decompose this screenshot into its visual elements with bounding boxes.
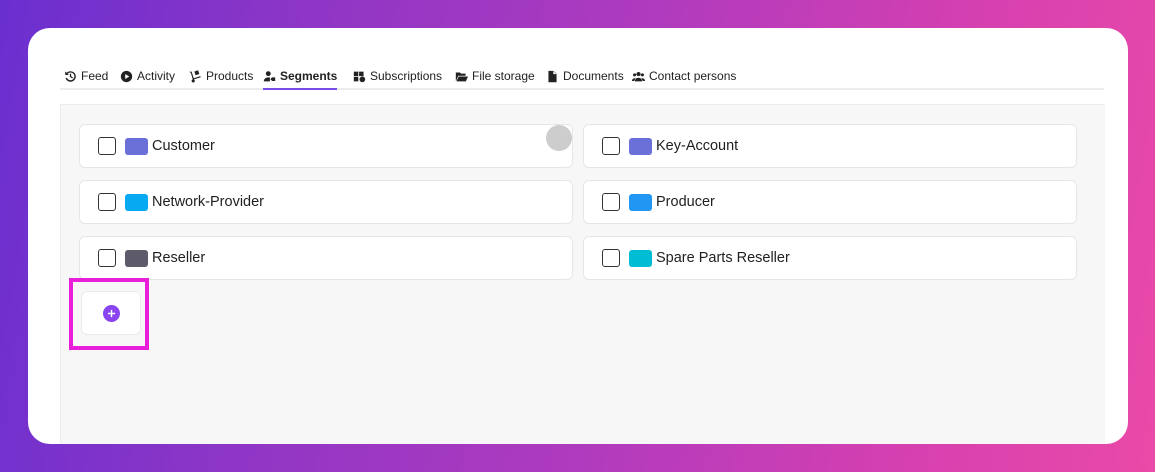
- customer-detail-card: Feed Activity Products Segments Subscrip…: [28, 28, 1128, 444]
- segment-color-swatch: [125, 137, 148, 155]
- segment-color-swatch: [629, 137, 652, 155]
- dolly-icon: [189, 69, 201, 83]
- segment-color-swatch: [629, 193, 652, 211]
- segment-checkbox[interactable]: [98, 193, 116, 211]
- tab-label: Activity: [137, 69, 176, 83]
- tab-label: Feed: [81, 69, 109, 83]
- tab-activity[interactable]: Activity: [120, 64, 175, 88]
- segment-checkbox[interactable]: [98, 137, 116, 155]
- segment-color-swatch: [125, 193, 148, 211]
- play-circle-icon: [120, 70, 133, 82]
- segment-checkbox[interactable]: [98, 249, 116, 267]
- tab-feed[interactable]: Feed: [64, 64, 108, 88]
- tab-label: Documents: [563, 69, 624, 83]
- segment-item-spare-parts-reseller[interactable]: Spare Parts Reseller: [583, 236, 1077, 280]
- segments-panel: Customer Key-Account Network-Provider Pr…: [60, 104, 1105, 444]
- users-icon: [632, 71, 645, 81]
- folder-open-icon: [455, 71, 468, 81]
- tab-label: Subscriptions: [370, 69, 443, 83]
- segment-item-network-provider[interactable]: Network-Provider: [79, 180, 573, 224]
- segment-label: Reseller: [152, 250, 206, 266]
- segment-item-reseller[interactable]: Reseller: [79, 236, 573, 280]
- segment-item-key-account[interactable]: Key-Account: [583, 124, 1077, 168]
- segment-checkbox[interactable]: [602, 193, 620, 211]
- tab-products[interactable]: Products: [189, 64, 253, 88]
- segment-label: Key-Account: [656, 138, 739, 154]
- tab-contact-persons[interactable]: Contact persons: [632, 64, 736, 88]
- segment-color-swatch: [125, 249, 148, 267]
- tab-bar: Feed Activity Products Segments Subscrip…: [60, 64, 1104, 90]
- tab-label: Products: [206, 69, 254, 83]
- tab-label: Segments: [280, 69, 338, 83]
- segment-label: Producer: [656, 194, 715, 210]
- tab-segments[interactable]: Segments: [263, 64, 338, 90]
- segment-label: Network-Provider: [152, 194, 264, 210]
- segment-color-swatch: [629, 249, 652, 267]
- segment-item-customer[interactable]: Customer: [79, 124, 573, 168]
- tab-file-storage[interactable]: File storage: [455, 64, 535, 88]
- tab-label: Contact persons: [649, 69, 737, 83]
- user-tag-icon: [263, 70, 276, 81]
- add-segment-button[interactable]: [81, 291, 141, 335]
- tab-documents[interactable]: Documents: [546, 64, 624, 88]
- history-icon: [65, 70, 76, 82]
- segment-label: Customer: [152, 138, 215, 154]
- segment-label: Spare Parts Reseller: [656, 250, 790, 266]
- tab-label: File storage: [472, 69, 535, 83]
- segment-item-producer[interactable]: Producer: [583, 180, 1077, 224]
- boxes-icon: [353, 71, 366, 82]
- cursor-indicator: [546, 125, 572, 151]
- segment-checkbox[interactable]: [602, 249, 620, 267]
- tab-subscriptions[interactable]: Subscriptions: [353, 64, 442, 88]
- plus-circle-icon: [102, 304, 120, 322]
- file-icon: [548, 70, 557, 82]
- segment-checkbox[interactable]: [602, 137, 620, 155]
